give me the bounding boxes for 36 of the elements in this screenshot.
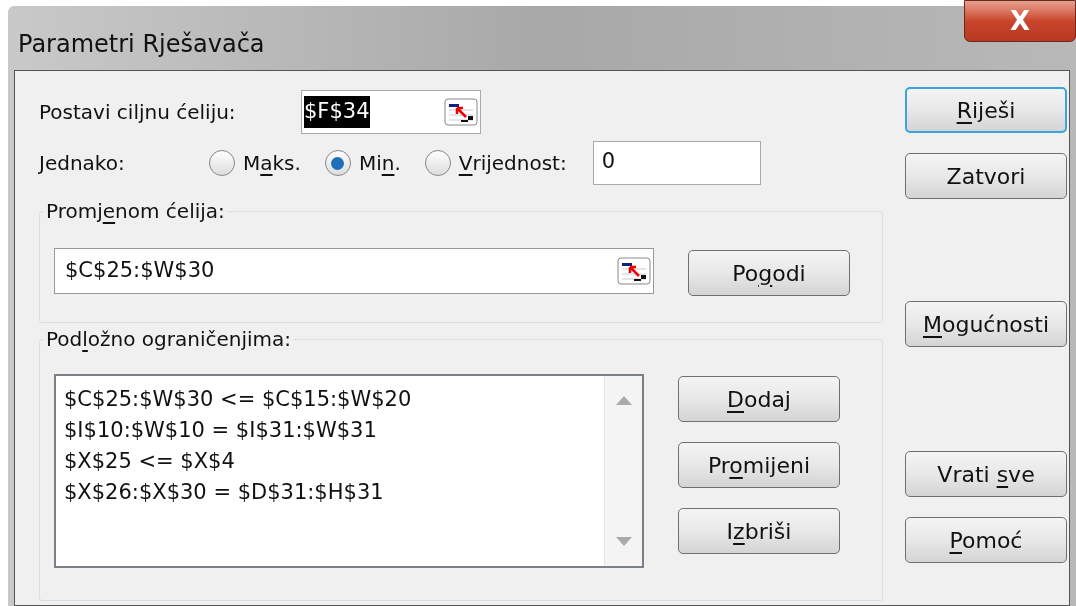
radio-button[interactable] <box>209 150 235 176</box>
range-select-icon <box>617 257 651 285</box>
value-field[interactable]: 0 <box>592 141 761 185</box>
constraint-button[interactable]: Izbriši <box>678 508 840 554</box>
scroll-down-icon[interactable] <box>615 537 632 546</box>
field-label: Jednako: <box>39 150 126 177</box>
dialog-button[interactable]: Vrati sve <box>905 451 1067 497</box>
radio-label: Vrijednost: <box>458 150 567 177</box>
changing-cells-field[interactable]: $C$25:$W$30 <box>54 248 654 294</box>
guess-button[interactable]: Pogodi <box>688 250 850 296</box>
constraint-item[interactable]: $X$26:$X$30 = $D$31:$H$31 <box>64 477 604 508</box>
scroll-up-icon[interactable] <box>615 396 632 405</box>
target-cell-field[interactable]: $F$34 <box>301 90 481 134</box>
constraint-button[interactable]: Promijeni <box>678 442 840 488</box>
changing-cells-value: $C$25:$W$30 <box>65 257 215 285</box>
radio-option[interactable]: Maks. <box>209 148 301 178</box>
radio-button[interactable] <box>424 150 451 176</box>
dialog-button[interactable]: Pomoć <box>905 517 1067 563</box>
constraints-list[interactable]: $C$25:$W$30 <= $C$15:$W$20 $I$10:$W$10 = $I$31:$W$31 $X$25 <= $X$4 $X$26:$X$30 = $D$31:$H$31 <box>54 374 644 568</box>
radio-button[interactable] <box>324 150 351 176</box>
dialog-button[interactable]: Zatvori <box>905 153 1067 199</box>
radio-label: Min. <box>358 150 401 177</box>
close-button[interactable]: X <box>964 0 1076 42</box>
radio-label: Maks. <box>243 150 301 177</box>
radio-option[interactable]: Min. <box>324 148 401 178</box>
range-select-icon <box>444 98 478 126</box>
radio-option[interactable]: Vrijednost: <box>424 148 567 178</box>
constraint-item[interactable]: $C$25:$W$30 <= $C$15:$W$20 <box>64 384 604 415</box>
target-cell-value: $F$34 <box>304 96 370 128</box>
dialog-button[interactable]: Mogućnosti <box>905 301 1067 347</box>
dialog-button[interactable]: Riješi <box>905 87 1067 133</box>
window-title: Parametri Rješavača <box>18 29 265 60</box>
field-label: Postavi ciljnu ćeliju: <box>39 99 237 126</box>
constraint-item[interactable]: $X$25 <= $X$4 <box>64 446 604 477</box>
constraint-button[interactable]: Dodaj <box>678 376 840 422</box>
constraint-item[interactable]: $I$10:$W$10 = $I$31:$W$31 <box>64 415 604 446</box>
